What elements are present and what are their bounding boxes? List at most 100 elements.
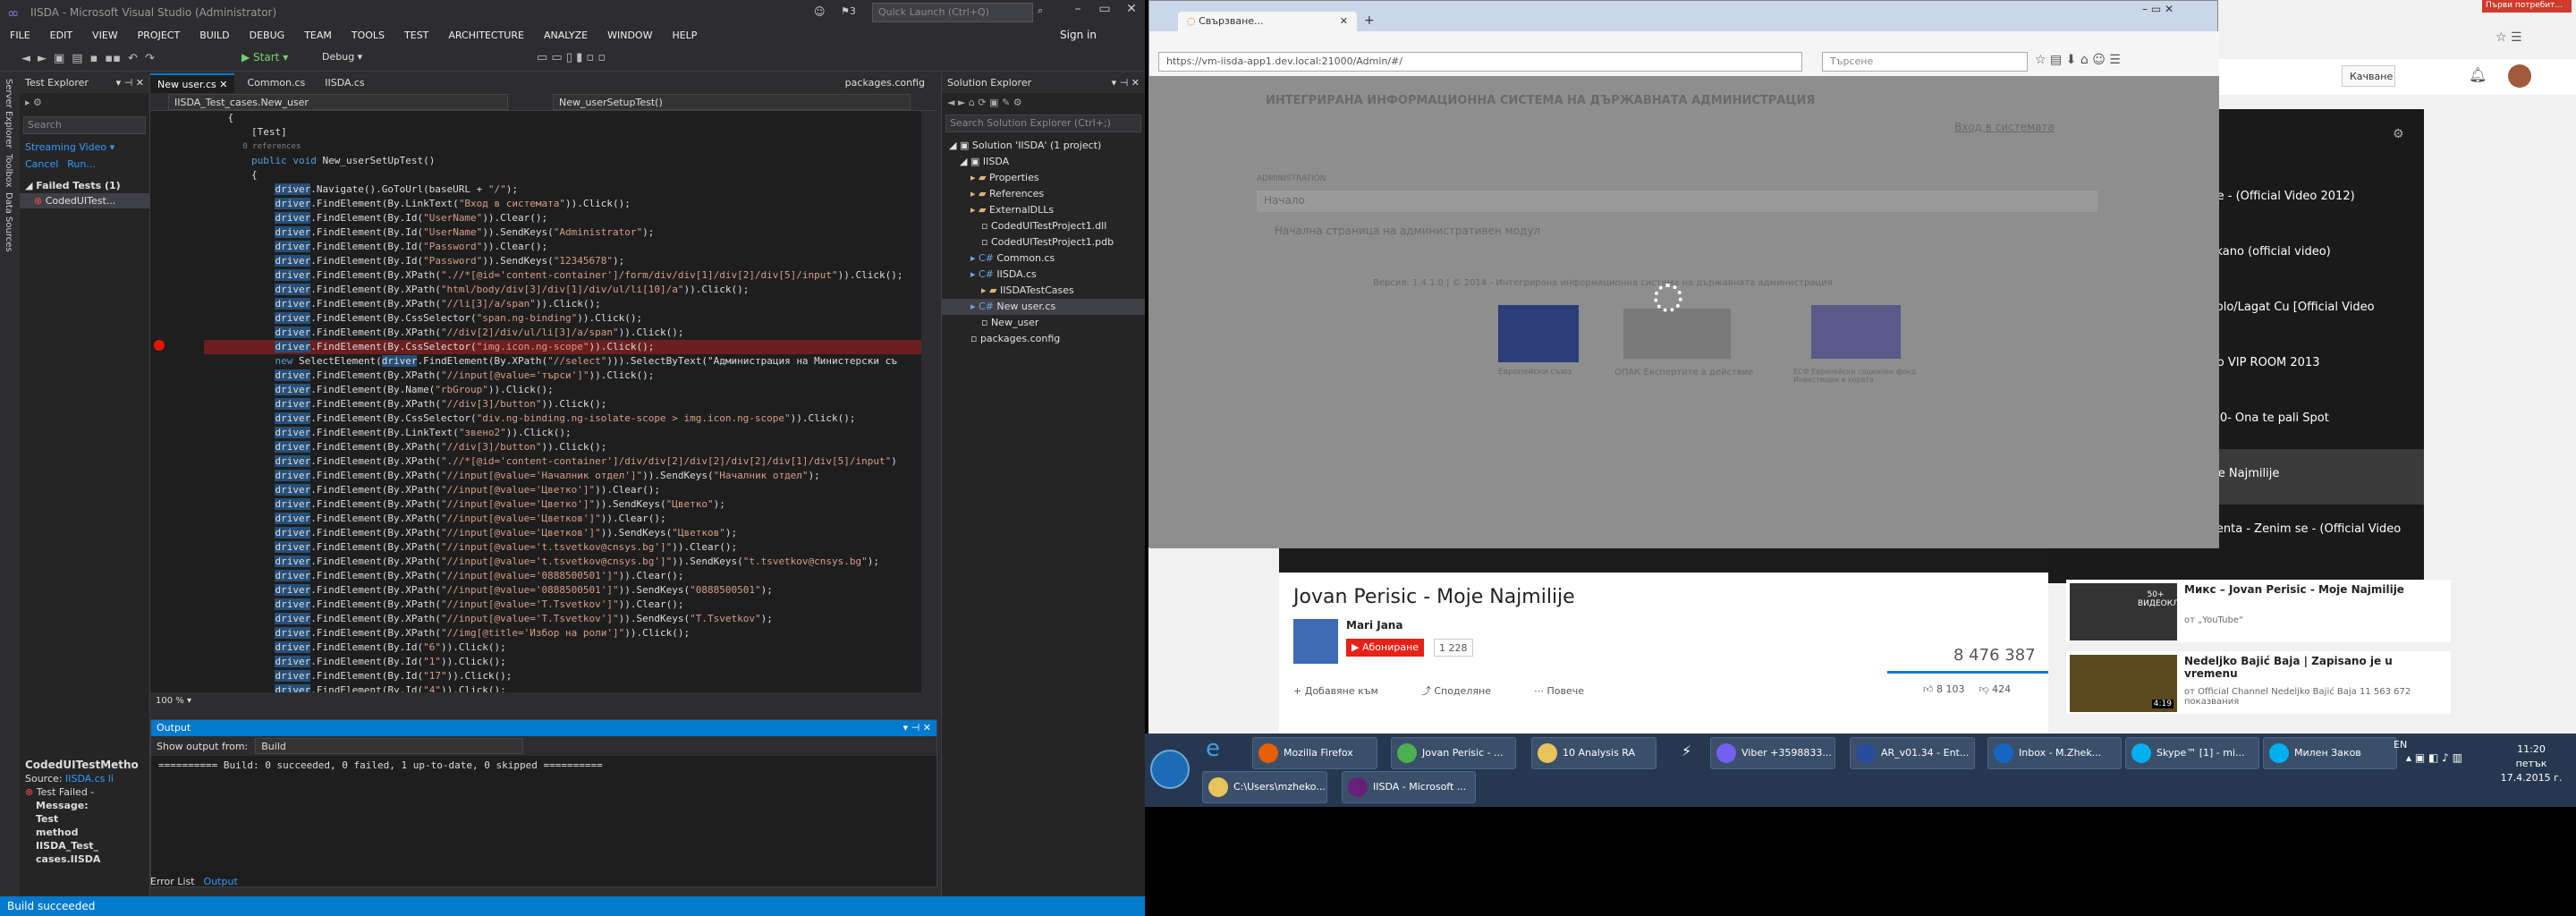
taskbar-task[interactable]: 10 Analysis RA: [1531, 737, 1657, 769]
solution-item[interactable]: ▸ C# New user.cs: [942, 299, 1145, 315]
member-dropdown[interactable]: New_userSetupTest(): [553, 93, 911, 110]
tray-icons[interactable]: ▴ ▣ ◧ ♪ ▥: [2406, 751, 2462, 764]
output-close-icon[interactable]: ▾ ⊣ ✕: [903, 722, 931, 734]
type-dropdown[interactable]: IISDA_Test_cases.New_user: [168, 93, 508, 110]
chrome-profile-badge[interactable]: Първи потребит...: [2482, 0, 2572, 13]
new-tab-button[interactable]: +: [1364, 13, 1375, 28]
tab-packages-config[interactable]: packages.config: [838, 73, 932, 93]
firefox-search-input[interactable]: Търсене: [1822, 52, 2028, 72]
channel-name[interactable]: Mari Jana: [1346, 619, 1402, 632]
close-tab-icon[interactable]: ✕: [219, 79, 227, 90]
maximize-button[interactable]: ▭: [1091, 2, 1118, 21]
code-editor[interactable]: { [Test] 0 references public void New_us…: [150, 111, 928, 692]
menu-window[interactable]: WINDOW: [607, 30, 652, 41]
new-project-icon[interactable]: ▣: [54, 52, 64, 65]
taskbar-task[interactable]: C:\Users\mzheko...: [1202, 771, 1327, 803]
solution-item[interactable]: ▸ ▰ ExternalDLLs: [942, 202, 1145, 218]
start-button[interactable]: [1150, 750, 1190, 789]
window-controls[interactable]: – ▭ ✕: [2142, 3, 2174, 15]
solution-search-input[interactable]: Search Solution Explorer (Ctrl+;): [945, 114, 1141, 132]
related-video[interactable]: 50+ ВИДЕОКЛИПА Микс – Jovan Perisic - Mo…: [2066, 580, 2451, 642]
editor-vertical-scrollbar[interactable]: [921, 111, 932, 692]
side-tab-server-explorer[interactable]: Server Explorer: [4, 79, 13, 148]
menu-build[interactable]: BUILD: [199, 30, 229, 41]
solution-item[interactable]: ▸ C# Common.cs: [942, 250, 1145, 267]
notifications-bell-icon[interactable]: 🔔︎: [2469, 66, 2487, 83]
solution-item[interactable]: ▸ ▰ Properties: [942, 170, 1145, 186]
breakpoint-icon[interactable]: [154, 340, 165, 351]
dislike-button[interactable]: 👎︎ 424: [1979, 683, 2012, 695]
solution-item[interactable]: ▸ ▰ IISDATestCases: [942, 283, 1145, 299]
side-tab-toolbox[interactable]: Toolbox: [4, 154, 13, 188]
menu-debug[interactable]: DEBUG: [250, 30, 285, 41]
solution-item[interactable]: ◢ ▣ IISDA: [942, 154, 1145, 170]
tab-output[interactable]: Output: [204, 876, 238, 887]
taskbar-task[interactable]: Mozilla Firefox: [1252, 737, 1377, 769]
tab-iisda-cs[interactable]: IISDA.cs: [318, 73, 371, 93]
menu-team[interactable]: TEAM: [304, 30, 332, 41]
pin-icon[interactable]: ▾ ⊣ ✕: [1112, 77, 1140, 89]
save-all-icon[interactable]: ▪▪: [105, 52, 121, 65]
menu-test[interactable]: TEST: [404, 30, 428, 41]
tab-common-cs[interactable]: Common.cs: [240, 73, 312, 93]
menu-tools[interactable]: TOOLS: [352, 30, 385, 41]
url-bar[interactable]: https://vm-iisda-app1.dev.local:21000/Ad…: [1158, 52, 1802, 72]
quick-launch-input[interactable]: Quick Launch (Ctrl+Q): [872, 3, 1033, 22]
save-icon[interactable]: ▪: [90, 52, 98, 65]
playlist-settings-icon[interactable]: ⚙: [2393, 127, 2404, 141]
menu-help[interactable]: HELP: [672, 30, 697, 41]
taskbar-task[interactable]: Skype™ [1] - mi...: [2125, 737, 2259, 769]
tab-new-user-cs[interactable]: New user.cs ✕: [150, 73, 235, 93]
close-button[interactable]: ✕: [1118, 2, 1145, 21]
taskbar-task[interactable]: Милен Заков: [2263, 737, 2397, 769]
ie-icon[interactable]: e: [1206, 735, 1220, 762]
close-tab-icon[interactable]: ✕: [1340, 15, 1348, 27]
share-button[interactable]: ⤴ Споделяне: [1421, 683, 1513, 698]
solution-item[interactable]: ▫ CodedUITestProject1.dll: [942, 218, 1145, 234]
menu-analyze[interactable]: ANALYZE: [544, 30, 588, 41]
related-video[interactable]: 4:19 Nedeljko Bajić Baja | Zapisano je u…: [2066, 651, 2451, 714]
configuration-dropdown[interactable]: Debug ▾: [322, 51, 362, 63]
source-link[interactable]: IISDA.cs li: [65, 773, 114, 785]
forward-icon[interactable]: ►: [38, 52, 47, 65]
taskbar-task[interactable]: AR_v01.34 - Ent...: [1850, 737, 1975, 769]
taskbar-task[interactable]: Inbox - M.Zhek...: [1987, 737, 2122, 769]
taskbar-task[interactable]: Viber +3598833...: [1710, 737, 1835, 769]
add-to-button[interactable]: + Добавяне към: [1293, 685, 1400, 697]
system-clock[interactable]: 11:20 петък 17.4.2015 г.: [2496, 742, 2567, 785]
sign-in-link[interactable]: Sign in: [1060, 29, 1097, 41]
failed-tests-group[interactable]: ◢ Failed Tests (1): [20, 178, 149, 193]
zoom-level[interactable]: 100 %: [156, 696, 184, 706]
channel-avatar[interactable]: [1293, 619, 1338, 664]
pin-icon[interactable]: ▾ ⊣ ✕: [116, 77, 144, 89]
menu-view[interactable]: VIEW: [92, 30, 118, 41]
like-button[interactable]: 👍︎ 8 103: [1923, 683, 1965, 695]
avatar[interactable]: [2508, 64, 2531, 88]
more-button[interactable]: ⋯ Повече: [1534, 685, 1606, 697]
feedback-icon[interactable]: ☺: [814, 5, 826, 18]
minimize-button[interactable]: –: [1064, 2, 1091, 21]
tab-error-list[interactable]: Error List: [150, 876, 195, 887]
back-icon[interactable]: ◄: [21, 52, 30, 65]
failed-test-item[interactable]: ⊗ CodedUITest...: [20, 193, 149, 208]
taskbar-task[interactable]: Jovan Perisic - ...: [1391, 737, 1516, 769]
video-player-controls[interactable]: [1279, 547, 2048, 574]
pinned-app-icon[interactable]: ⚡: [1682, 742, 1691, 759]
notification-flag-icon[interactable]: ⚑3: [841, 5, 856, 17]
test-search-input[interactable]: Search: [23, 116, 146, 134]
start-debug-button[interactable]: ▶ Start ▾: [242, 51, 288, 64]
output-source-dropdown[interactable]: Build: [255, 738, 524, 754]
solution-item[interactable]: ▸ ▰ References: [942, 186, 1145, 202]
menu-project[interactable]: PROJECT: [138, 30, 181, 41]
open-icon[interactable]: ▤: [72, 52, 82, 65]
solution-item[interactable]: ▫ CodedUITestProject1.pdb: [942, 234, 1145, 250]
toolbar-misc-icons[interactable]: ▭ ▭ ▯ ▮ ▫ ▫: [537, 51, 606, 64]
menu-file[interactable]: FILE: [10, 30, 30, 41]
menu-edit[interactable]: EDIT: [50, 30, 72, 41]
keyboard-language[interactable]: EN: [2394, 739, 2407, 751]
taskbar-task[interactable]: IISDA - Microsoft ...: [1342, 771, 1476, 803]
solution-item[interactable]: ▸ C# IISDA.cs: [942, 267, 1145, 283]
run-link[interactable]: Run...: [67, 158, 96, 170]
cancel-link[interactable]: Cancel: [25, 158, 58, 170]
side-tab-data-sources[interactable]: Data Sources: [4, 192, 13, 252]
